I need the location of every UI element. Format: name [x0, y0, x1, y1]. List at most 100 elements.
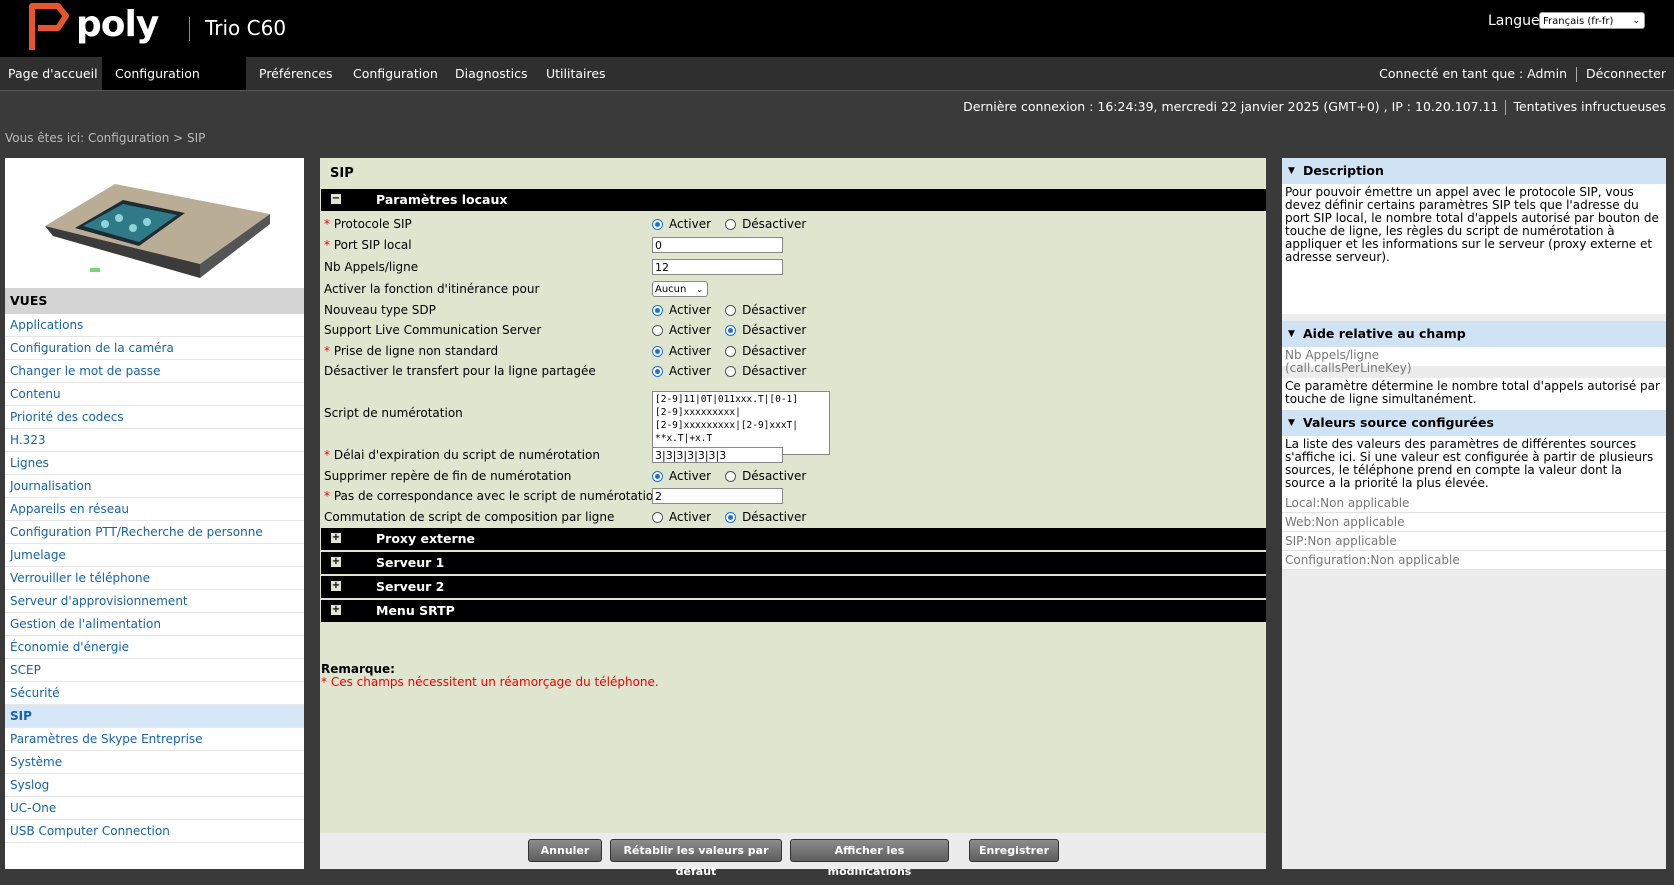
local-sip-port-input[interactable]: 0: [652, 237, 783, 253]
sidebar-item-system[interactable]: Système: [5, 751, 304, 774]
info-bar: Dernière connexion : 16:24:39, mercredi …: [0, 90, 1674, 123]
section-srtp-menu[interactable]: + Menu SRTP: [321, 600, 1266, 622]
sidebar-item-lock-phone[interactable]: Verrouiller le téléphone: [5, 567, 304, 590]
divider: [1505, 100, 1507, 115]
radio-off-icon[interactable]: [725, 345, 737, 357]
radio-enable[interactable]: Activer: [652, 300, 711, 320]
show-changes-button[interactable]: Afficher les modifications: [790, 839, 949, 878]
logout-link[interactable]: Déconnecter: [1586, 66, 1666, 81]
radio-off-icon[interactable]: [725, 365, 737, 377]
expand-icon[interactable]: +: [331, 557, 341, 567]
sidebar-item-content[interactable]: Contenu: [5, 383, 304, 406]
field-label-lcs-support: Support Live Communication Server: [324, 323, 542, 337]
radio-enable[interactable]: Activer: [652, 361, 711, 381]
radio-off-icon[interactable]: [725, 304, 737, 316]
chevron-down-icon: ⌄: [696, 285, 703, 294]
radio-disable[interactable]: Désactiver: [725, 466, 806, 486]
sources-header[interactable]: ▼ Valeurs source configurées: [1282, 410, 1666, 436]
per-line-radio-group: Activer Désactiver: [652, 507, 820, 527]
radio-off-icon[interactable]: [652, 511, 663, 523]
section-label: Serveur 2: [376, 579, 445, 594]
dial-timeout-input[interactable]: 3|3|3|3|3|3|3: [652, 447, 783, 463]
nav-utilities[interactable]: Utilitaires: [538, 57, 614, 90]
save-button[interactable]: Enregistrer: [969, 839, 1059, 862]
field-label-per-line-switch: Commutation de script de composition par…: [324, 510, 615, 524]
nav-home[interactable]: Page d'accueil: [0, 57, 106, 90]
sidebar-item-codec-priority[interactable]: Priorité des codecs: [5, 406, 304, 429]
description-header[interactable]: ▼ Description: [1282, 158, 1666, 184]
radio-enable[interactable]: Activer: [652, 341, 711, 361]
calls-per-line-input[interactable]: 12: [652, 259, 783, 275]
radio-on-icon[interactable]: [652, 470, 663, 482]
roaming-select[interactable]: Aucun ⌄: [652, 281, 708, 297]
sidebar-item-skype-business[interactable]: Paramètres de Skype Entreprise: [5, 728, 304, 751]
chevron-down-icon: ⌄: [1632, 16, 1640, 26]
radio-enable[interactable]: Activer: [652, 320, 711, 340]
top-header: poly Trio C60 Langue Français (fr-fr) ⌄: [0, 0, 1674, 57]
sidebar-item-syslog[interactable]: Syslog: [5, 774, 304, 797]
sidebar-item-provisioning-server[interactable]: Serveur d'approvisionnement: [5, 590, 304, 613]
radio-disable[interactable]: Désactiver: [725, 341, 806, 361]
sidebar-item-change-password[interactable]: Changer le mot de passe: [5, 360, 304, 383]
radio-on-icon[interactable]: [725, 511, 737, 523]
radio-enable[interactable]: Activer: [652, 466, 711, 486]
section-external-proxy[interactable]: + Proxy externe: [321, 528, 1266, 550]
radio-off-icon[interactable]: [725, 218, 737, 230]
section-server-2[interactable]: + Serveur 2: [321, 576, 1266, 598]
collapse-icon[interactable]: −: [331, 194, 341, 204]
sidebar-item-applications[interactable]: Applications: [5, 314, 304, 337]
sidebar-item-logging[interactable]: Journalisation: [5, 475, 304, 498]
radio-on-icon[interactable]: [725, 324, 737, 336]
radio-off-icon[interactable]: [725, 470, 737, 482]
seize-radio-group: Activer Désactiver: [652, 341, 820, 361]
divider: [1576, 67, 1578, 82]
language-select[interactable]: Français (fr-fr) ⌄: [1539, 12, 1645, 29]
language-label: Langue: [1488, 13, 1540, 29]
radio-enable[interactable]: Activer: [652, 507, 711, 527]
radio-disable[interactable]: Désactiver: [725, 320, 806, 340]
field-label-no-match: * Pas de correspondance avec le script d…: [324, 489, 661, 503]
sidebar-item-power-management[interactable]: Gestion de l'alimentation: [5, 613, 304, 636]
radio-off-icon[interactable]: [652, 324, 663, 336]
sidebar-item-camera-config[interactable]: Configuration de la caméra: [5, 337, 304, 360]
radio-on-icon[interactable]: [652, 218, 663, 230]
radio-on-icon[interactable]: [652, 345, 663, 357]
no-match-input[interactable]: 2: [652, 488, 783, 504]
field-label-sip-protocol: * Protocole SIP: [324, 217, 412, 231]
section-server-1[interactable]: + Serveur 1: [321, 552, 1266, 574]
sidebar-item-h323[interactable]: H.323: [5, 429, 304, 452]
expand-icon[interactable]: +: [331, 581, 341, 591]
nav-simple-setup[interactable]: Configuration simple: [102, 57, 246, 114]
nav-preferences[interactable]: Préférences: [251, 57, 341, 90]
expand-icon[interactable]: +: [331, 533, 341, 543]
radio-disable[interactable]: Désactiver: [725, 214, 806, 234]
section-label: Menu SRTP: [376, 603, 455, 618]
failed-attempts-link[interactable]: Tentatives infructueuses: [1513, 99, 1666, 114]
expand-icon[interactable]: +: [331, 605, 341, 615]
sidebar-item-uc-one[interactable]: UC-One: [5, 797, 304, 820]
section-local-params[interactable]: − Paramètres locaux: [321, 189, 1266, 211]
sidebar-item-lines[interactable]: Lignes: [5, 452, 304, 475]
nav-configuration[interactable]: Configuration: [345, 57, 446, 90]
source-web: Web:Non applicable: [1282, 513, 1666, 532]
radio-on-icon[interactable]: [652, 304, 663, 316]
cancel-button[interactable]: Annuler: [528, 839, 602, 862]
sidebar-item-network-devices[interactable]: Appareils en réseau: [5, 498, 304, 521]
sidebar-item-scep[interactable]: SCEP: [5, 659, 304, 682]
field-help-header[interactable]: ▼ Aide relative au champ: [1282, 321, 1666, 347]
reset-defaults-button[interactable]: Rétablir les valeurs par défaut: [610, 839, 782, 878]
sidebar-item-security[interactable]: Sécurité: [5, 682, 304, 705]
radio-enable[interactable]: Activer: [652, 214, 711, 234]
sidebar-item-usb-connection[interactable]: USB Computer Connection: [5, 820, 304, 843]
radio-disable[interactable]: Désactiver: [725, 361, 806, 381]
nav-diagnostics[interactable]: Diagnostics: [447, 57, 536, 90]
sidebar-item-ptt-paging[interactable]: Configuration PTT/Recherche de personne: [5, 521, 304, 544]
radio-on-icon[interactable]: [652, 365, 663, 377]
sidebar-item-power-saving[interactable]: Économie d'énergie: [5, 636, 304, 659]
sidebar-item-sip[interactable]: SIP: [5, 705, 304, 728]
field-label-roaming: Activer la fonction d'itinérance pour: [324, 282, 540, 296]
radio-disable[interactable]: Désactiver: [725, 300, 806, 320]
radio-disable[interactable]: Désactiver: [725, 507, 806, 527]
new-sdp-radio-group: Activer Désactiver: [652, 300, 820, 320]
sidebar-item-pairing[interactable]: Jumelage: [5, 544, 304, 567]
